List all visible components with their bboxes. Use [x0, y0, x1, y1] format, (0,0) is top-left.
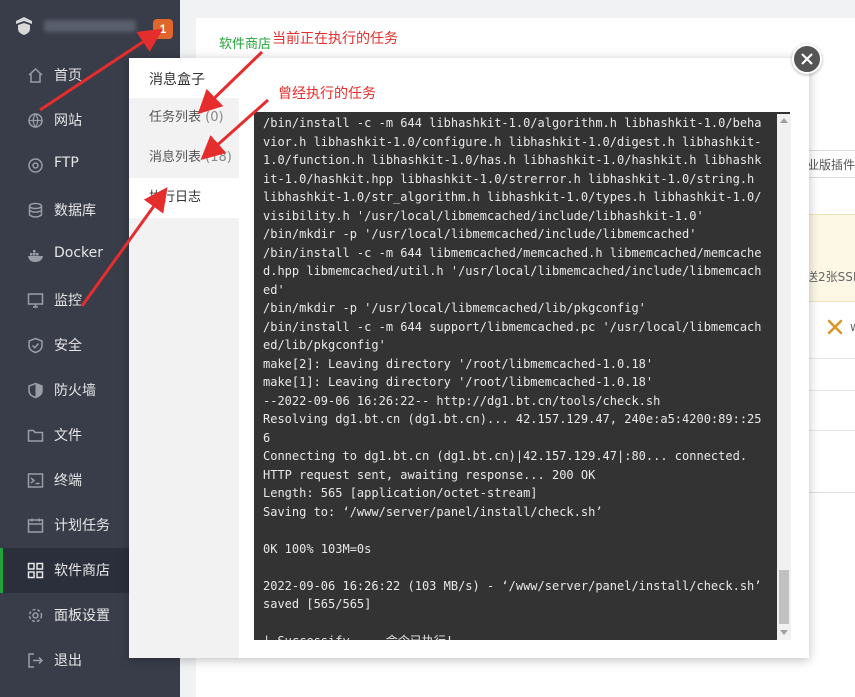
- execution-log-panel[interactable]: /bin/install -c -m 644 libhashkit-1.0/al…: [254, 112, 790, 640]
- message-box-modal: 消息盒子 任务列表 (0) 消息列表 (18) 执行日志 /bin/instal…: [129, 58, 809, 658]
- log-output: /bin/install -c -m 644 libhashkit-1.0/al…: [263, 116, 762, 640]
- notification-badge[interactable]: 1: [153, 19, 173, 39]
- breadcrumb[interactable]: 软件商店: [219, 33, 271, 52]
- sidebar-item-label: FTP: [54, 155, 79, 171]
- sidebar-item-label: 终端: [54, 473, 82, 489]
- tools-icon[interactable]: [826, 318, 844, 336]
- logout-icon: [28, 653, 44, 668]
- log-scrollbar[interactable]: [777, 114, 791, 640]
- tab-label: 消息列表: [149, 150, 202, 165]
- scrollbar-thumb[interactable]: [779, 570, 789, 624]
- tab-label: 任务列表: [149, 110, 202, 125]
- calendar-icon: [27, 518, 44, 533]
- monitor-icon: [27, 293, 44, 308]
- sidebar-item-label: 防火墙: [54, 383, 96, 399]
- close-icon: [801, 53, 813, 65]
- scroll-up-arrow-icon[interactable]: [780, 118, 788, 123]
- tab-count: (0): [205, 110, 224, 125]
- sidebar-item-label: 面板设置: [54, 608, 110, 624]
- scroll-down-arrow-icon[interactable]: [780, 630, 788, 635]
- annotation-past-task: 曾经执行的任务: [278, 86, 376, 102]
- sidebar-item-label: 安全: [54, 338, 82, 354]
- close-button[interactable]: [792, 44, 822, 74]
- sidebar-item-label: 首页: [54, 68, 82, 84]
- brand-name-blurred: [44, 20, 136, 32]
- annotation-current-task: 当前正在执行的任务: [272, 31, 398, 47]
- docker-icon: [28, 250, 43, 262]
- terminal-icon: [27, 473, 44, 488]
- sidebar-item-label: 数据库: [54, 203, 96, 219]
- globe-icon: [28, 113, 43, 129]
- promo-banner-text: 送2张SSL: [806, 270, 855, 284]
- sidebar-item-label: Docker: [54, 245, 104, 261]
- sidebar-item-label: 网站: [54, 113, 82, 129]
- sidebar-item-label: 计划任务: [54, 518, 110, 534]
- logo-icon: [16, 17, 32, 35]
- tab-count: (18): [205, 150, 232, 165]
- sidebar-item-label: 监控: [54, 293, 82, 309]
- database-icon: [28, 202, 43, 218]
- firewall-icon: [28, 382, 43, 399]
- grid-icon: [27, 562, 44, 579]
- shield-check-icon: [28, 337, 43, 354]
- folder-icon: [27, 429, 44, 442]
- ftp-icon: [28, 158, 43, 173]
- modal-nav: 任务列表 (0) 消息列表 (18) 执行日志: [129, 98, 239, 658]
- tab-task-list[interactable]: 任务列表 (0): [129, 98, 239, 138]
- tab-message-list[interactable]: 消息列表 (18): [129, 138, 239, 178]
- tool-label-partial: w: [850, 320, 855, 334]
- brand: 1: [0, 0, 180, 50]
- modal-title: 消息盒子: [149, 72, 205, 88]
- sidebar-item-label: 文件: [54, 428, 82, 444]
- home-icon: [28, 67, 43, 83]
- sidebar-item-label: 软件商店: [54, 563, 110, 579]
- gear-icon: [28, 608, 43, 623]
- tab-label: 执行日志: [149, 190, 202, 205]
- tab-execution-log[interactable]: 执行日志: [129, 178, 239, 218]
- sidebar-item-label: 退出: [54, 653, 82, 669]
